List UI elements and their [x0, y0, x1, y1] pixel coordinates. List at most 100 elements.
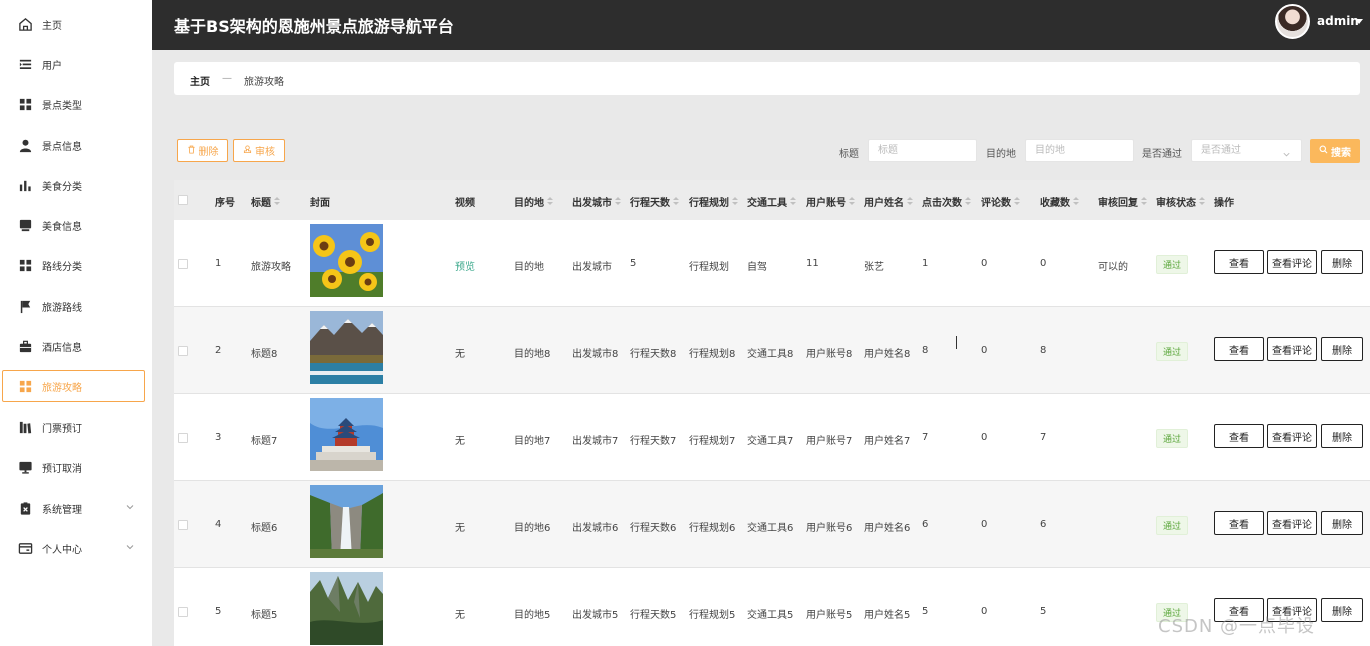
cell-reply: 可以的 — [1098, 262, 1128, 273]
row-checkbox[interactable] — [178, 259, 188, 269]
sort-icon[interactable] — [790, 197, 796, 206]
cell-dest: 目的地7 — [514, 436, 551, 447]
sidebar-item-system[interactable]: 系统管理 — [0, 492, 146, 524]
cell-comments: 0 — [981, 519, 988, 530]
cell-name: 张艺 — [864, 262, 884, 273]
sort-icon[interactable] — [615, 197, 621, 206]
col-actions: 操作 — [1214, 198, 1234, 209]
col-days[interactable]: 行程天数 — [630, 194, 679, 209]
col-reply[interactable]: 审核回复 — [1098, 194, 1147, 209]
avatar[interactable] — [1275, 4, 1310, 39]
col-comments[interactable]: 评论数 — [981, 194, 1020, 209]
sort-icon[interactable] — [673, 197, 679, 206]
sort-icon[interactable] — [849, 197, 855, 206]
row-checkbox[interactable] — [178, 607, 188, 617]
approved-select-value: 是否通过 — [1201, 145, 1241, 156]
col-clicks[interactable]: 点击次数 — [922, 194, 971, 209]
video-preview-link[interactable]: 预览 — [455, 258, 475, 273]
approved-filter-label: 是否通过 — [1142, 149, 1182, 160]
sidebar-item-home[interactable]: 主页 — [0, 8, 146, 40]
audit-button[interactable]: 审核 — [233, 139, 285, 162]
cell-video: 无 — [455, 523, 465, 534]
person-icon — [18, 138, 33, 153]
sidebar-item-profile[interactable]: 个人中心 — [0, 532, 146, 564]
sidebar-item-attraction-types[interactable]: 景点类型 — [0, 88, 146, 120]
sidebar-item-route-categories[interactable]: 路线分类 — [0, 249, 146, 281]
bar-chart-icon — [18, 178, 33, 193]
col-plan[interactable]: 行程规划 — [689, 194, 738, 209]
sidebar-item-label: 旅游路线 — [42, 302, 82, 314]
view-button[interactable]: 查看 — [1214, 337, 1264, 361]
sidebar-item-cancellations[interactable]: 预订取消 — [0, 451, 146, 483]
status-badge: 通过 — [1156, 342, 1189, 361]
col-city[interactable]: 出发城市 — [572, 194, 621, 209]
sort-icon[interactable] — [547, 197, 553, 206]
delete-row-button[interactable]: 删除 — [1321, 424, 1363, 448]
col-status[interactable]: 审核状态 — [1156, 194, 1205, 209]
audit-button-label: 审核 — [255, 147, 275, 158]
sort-icon[interactable] — [1073, 197, 1079, 206]
view-button[interactable]: 查看 — [1214, 250, 1264, 274]
delete-row-button[interactable]: 删除 — [1321, 598, 1363, 622]
cell-clicks: 5 — [922, 606, 929, 617]
col-name[interactable]: 用户姓名 — [864, 194, 913, 209]
view-comments-button[interactable]: 查看评论 — [1267, 337, 1317, 361]
row-checkbox[interactable] — [178, 346, 188, 356]
sidebar-item-food[interactable]: 美食信息 — [0, 209, 146, 241]
list-icon — [18, 57, 33, 72]
sort-icon[interactable] — [965, 197, 971, 206]
delete-row-button[interactable]: 删除 — [1321, 337, 1363, 361]
breadcrumb: 主页 — 旅游攻略 — [174, 62, 1360, 95]
col-title[interactable]: 标题 — [251, 194, 280, 209]
title-search-input[interactable]: 标题 — [868, 139, 977, 162]
view-button[interactable]: 查看 — [1214, 511, 1264, 535]
sidebar-item-hotels[interactable]: 酒店信息 — [0, 330, 146, 362]
books-icon — [18, 420, 33, 435]
sidebar-item-food-categories[interactable]: 美食分类 — [0, 169, 146, 201]
cell-title: 标题6 — [251, 523, 278, 534]
view-comments-button[interactable]: 查看评论 — [1267, 250, 1317, 274]
dest-search-input[interactable]: 目的地 — [1025, 139, 1134, 162]
cell-plan: 行程规划8 — [689, 349, 736, 360]
row-checkbox[interactable] — [178, 433, 188, 443]
approved-select[interactable]: 是否通过 — [1191, 139, 1302, 162]
sidebar-item-users[interactable]: 用户 — [0, 48, 146, 80]
sort-icon[interactable] — [907, 197, 913, 206]
status-badge: 通过 — [1156, 516, 1189, 535]
col-dest[interactable]: 目的地 — [514, 194, 553, 209]
sidebar-item-tickets[interactable]: 门票预订 — [0, 411, 146, 443]
sort-icon[interactable] — [1199, 197, 1205, 206]
cell-comments: 0 — [981, 432, 988, 443]
row-checkbox[interactable] — [178, 520, 188, 530]
cell-account: 用户账号5 — [806, 610, 853, 621]
view-comments-button[interactable]: 查看评论 — [1267, 424, 1317, 448]
col-transport[interactable]: 交通工具 — [747, 194, 796, 209]
delete-row-button[interactable]: 删除 — [1321, 511, 1363, 535]
user-name[interactable]: admin — [1317, 14, 1359, 28]
sidebar-item-routes[interactable]: 旅游路线 — [0, 290, 146, 322]
col-favorites[interactable]: 收藏数 — [1040, 194, 1079, 209]
caret-down-icon[interactable] — [1355, 19, 1363, 24]
sidebar-item-attractions[interactable]: 景点信息 — [0, 129, 146, 161]
delete-row-button[interactable]: 删除 — [1321, 250, 1363, 274]
sort-icon[interactable] — [274, 197, 280, 206]
tray-icon — [18, 218, 33, 233]
chevron-down-icon — [124, 541, 136, 553]
sort-icon[interactable] — [1141, 197, 1147, 206]
select-all-checkbox[interactable] — [178, 195, 188, 205]
sort-icon[interactable] — [1014, 197, 1020, 206]
cell-video: 无 — [455, 436, 465, 447]
sidebar-item-travel-guides[interactable]: 旅游攻略 — [2, 370, 145, 402]
view-comments-button[interactable]: 查看评论 — [1267, 511, 1317, 535]
clipboard-x-icon — [18, 501, 33, 516]
breadcrumb-home[interactable]: 主页 — [190, 73, 210, 88]
breadcrumb-separator: — — [222, 73, 232, 84]
view-button[interactable]: 查看 — [1214, 424, 1264, 448]
sort-icon[interactable] — [732, 197, 738, 206]
sidebar-item-label: 酒店信息 — [42, 342, 82, 354]
delete-button[interactable]: 删除 — [177, 139, 228, 162]
table-header: 序号 标题 封面 视频 目的地 出发城市 行程天数 行程规划 交通工具 用户账号… — [174, 180, 1370, 220]
search-button[interactable]: 搜索 — [1310, 139, 1360, 163]
table-row: 3 标题7 无 目的地7 出发城市7 行程天数7 行程规划7 交通工具7 用户账… — [174, 394, 1370, 481]
col-account[interactable]: 用户账号 — [806, 194, 855, 209]
